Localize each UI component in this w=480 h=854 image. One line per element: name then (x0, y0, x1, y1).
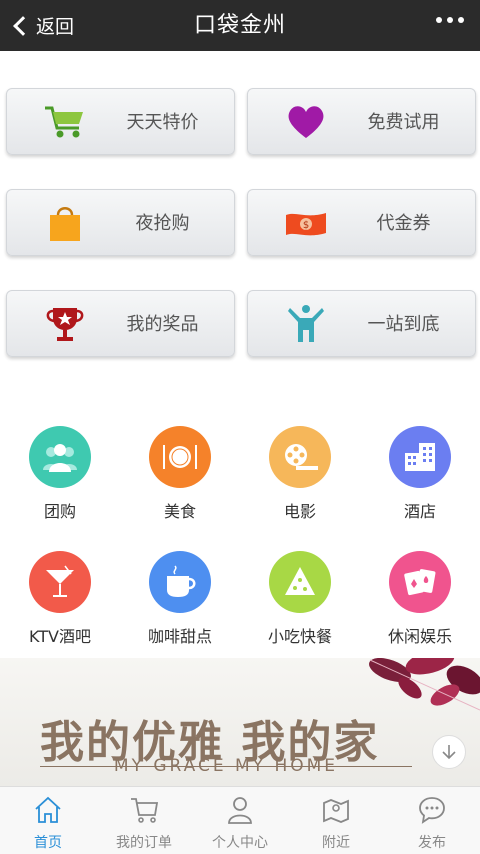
chat-bubble-icon (419, 797, 445, 824)
category-coffee-dessert[interactable]: 咖啡甜点 (120, 529, 240, 649)
cocktail-icon (29, 551, 91, 613)
user-icon (228, 797, 252, 824)
category-label: 团购 (43, 502, 76, 521)
dot-icon (447, 17, 453, 23)
category-grid: 团购 美食 电影 酒店 KTV酒吧 咖啡甜点 小吃快餐 休闲娱乐 (0, 404, 480, 658)
heart-icon (288, 106, 324, 138)
voucher-button[interactable]: $ 代金券 (247, 189, 476, 256)
home-icon (35, 796, 61, 823)
page-title: 口袋金州 (193, 13, 286, 38)
all-in-one-button[interactable]: 一站到底 (247, 290, 476, 357)
bottom-tab-bar: 首页 我的订单 个人中心 附近 发布 (0, 786, 480, 854)
category-snacks[interactable]: 小吃快餐 (240, 529, 360, 649)
category-label: 小吃快餐 (267, 627, 332, 646)
category-ktv-bar[interactable]: KTV酒吧 (0, 529, 120, 649)
button-label: 天天特价 (126, 112, 199, 133)
coffee-cup-icon (149, 551, 211, 613)
tab-label: 发布 (418, 835, 446, 851)
tab-home[interactable]: 首页 (0, 787, 96, 854)
tab-label: 首页 (34, 835, 62, 851)
category-label: 酒店 (403, 502, 436, 521)
daily-deals-button[interactable]: 天天特价 (6, 88, 235, 155)
category-label: 休闲娱乐 (387, 627, 452, 646)
category-movie[interactable]: 电影 (240, 404, 360, 524)
cart-icon (131, 798, 159, 823)
category-hotel[interactable]: 酒店 (360, 404, 480, 524)
trophy-icon (46, 308, 84, 341)
category-group-buy[interactable]: 团购 (0, 404, 120, 524)
film-reel-icon (269, 426, 331, 488)
tab-label: 个人中心 (212, 835, 268, 851)
group-icon (29, 426, 91, 488)
button-label: 我的奖品 (126, 314, 199, 335)
building-icon (389, 426, 451, 488)
arrow-down-icon (442, 745, 456, 760)
category-label: KTV酒吧 (29, 627, 91, 646)
promo-banner[interactable]: 我的优雅 我的家 MY GRACE MY HOME (0, 658, 480, 786)
shopping-cart-icon (45, 106, 83, 138)
person-icon (288, 305, 324, 342)
tab-label: 附近 (322, 835, 350, 851)
pizza-icon (269, 551, 331, 613)
shopping-bag-icon (50, 207, 80, 241)
banner-tagline: MY GRACE MY HOME (113, 756, 339, 776)
tab-my-orders[interactable]: 我的订单 (96, 787, 192, 854)
tab-nearby[interactable]: 附近 (288, 787, 384, 854)
category-label: 咖啡甜点 (147, 627, 212, 646)
night-flash-sale-button[interactable]: 夜抢购 (6, 189, 235, 256)
category-label: 电影 (283, 502, 316, 521)
map-icon (323, 799, 349, 823)
feature-button-grid: 天天特价 免费试用 夜抢购 $ 代金券 我的奖品 一站到底 (0, 51, 480, 404)
button-label: 免费试用 (367, 112, 440, 133)
category-food[interactable]: 美食 (120, 404, 240, 524)
money-icon: $ (286, 213, 326, 236)
tab-profile[interactable]: 个人中心 (192, 787, 288, 854)
category-label: 美食 (163, 502, 196, 521)
more-menu-button[interactable] (436, 17, 464, 23)
dot-icon (436, 17, 442, 23)
dot-icon (458, 17, 464, 23)
plate-icon (149, 426, 211, 488)
tab-label: 我的订单 (116, 835, 172, 851)
button-label: 夜抢购 (135, 213, 190, 234)
button-label: 一站到底 (367, 314, 440, 335)
free-trial-button[interactable]: 免费试用 (247, 88, 476, 155)
playing-cards-icon (389, 551, 451, 613)
svg-text:$: $ (303, 220, 309, 231)
my-prizes-button[interactable]: 我的奖品 (6, 290, 235, 357)
top-bar: 返回 口袋金州 (0, 0, 480, 51)
scroll-down-button[interactable] (432, 735, 466, 769)
category-leisure[interactable]: 休闲娱乐 (360, 529, 480, 649)
tab-publish[interactable]: 发布 (384, 787, 480, 854)
button-label: 代金券 (376, 213, 431, 234)
